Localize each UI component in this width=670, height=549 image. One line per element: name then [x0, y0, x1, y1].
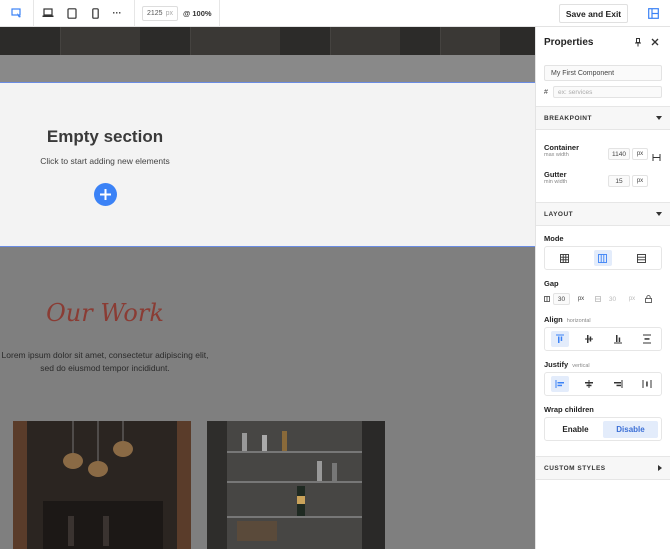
work-photo-bar	[207, 421, 385, 549]
chevron-right-icon	[658, 465, 662, 471]
pin-icon[interactable]	[631, 35, 645, 49]
gutter-sublabel: min width	[544, 179, 568, 185]
canvas-width-unit: px	[165, 9, 173, 17]
full-width-icon[interactable]	[652, 149, 661, 167]
column-gap-icon	[544, 296, 550, 302]
align-sublabel: horizontal	[566, 318, 591, 324]
gap-row: 30 px 30 px	[536, 292, 670, 306]
gutter-label-group: Gutter min width	[544, 170, 567, 185]
container-sublabel: max width	[544, 152, 569, 158]
gutter-width-input[interactable]: 15	[608, 175, 630, 187]
justify-start-icon[interactable]	[550, 376, 569, 392]
layout-section-header[interactable]: LAYOUT	[536, 202, 670, 226]
component-name-input[interactable]: My First Component	[544, 65, 662, 81]
justify-selector	[544, 372, 662, 396]
editor-canvas[interactable]: Empty section Click to start adding new …	[0, 27, 535, 549]
custom-styles-section-header[interactable]: CUSTOM STYLES	[536, 456, 670, 480]
our-work-line-1: Lorem ipsum dolor sit amet, consectetur …	[1, 350, 209, 360]
id-row: # ex: services	[544, 86, 662, 98]
align-top-icon[interactable]	[550, 331, 569, 347]
id-input[interactable]: ex: services	[553, 86, 662, 98]
breakpoint-section-header[interactable]: BREAKPOINT	[536, 106, 670, 130]
chevron-down-icon	[656, 212, 662, 216]
grid-mode-icon[interactable]	[555, 250, 573, 266]
container-unit-select[interactable]: px	[632, 148, 648, 160]
id-prefix: #	[544, 88, 548, 96]
align-label: Align	[544, 315, 563, 324]
hero-image-strip	[0, 27, 535, 55]
wrap-enable-option[interactable]: Enable	[548, 421, 603, 438]
row-gap-unit[interactable]: px	[624, 293, 640, 305]
align-selector	[544, 327, 662, 351]
gap-label: Gap	[544, 279, 559, 288]
container-label: Container	[544, 143, 580, 152]
row-gap-icon	[595, 296, 601, 302]
tablet-view-icon[interactable]	[60, 0, 84, 27]
more-options-icon[interactable]: ···	[106, 0, 128, 27]
align-label-row: Align horizontal	[536, 306, 670, 327]
our-work-line-2: sed do eiusmod tempor incididunt.	[40, 363, 170, 373]
empty-section[interactable]: Empty section Click to start adding new …	[0, 82, 535, 247]
align-bottom-icon[interactable]	[609, 331, 627, 347]
justify-label-row: Justify vertical	[536, 351, 670, 372]
panel-header: Properties	[536, 27, 670, 57]
align-stretch-icon[interactable]	[638, 331, 656, 347]
empty-section-title: Empty section	[46, 127, 164, 146]
add-element-button[interactable]	[94, 183, 117, 206]
column-gap-input[interactable]: 30	[553, 293, 570, 305]
lock-icon	[645, 295, 652, 303]
plus-icon	[100, 189, 111, 200]
rows-mode-icon[interactable]	[633, 250, 651, 266]
properties-panel: Properties My First Component # ex: serv…	[535, 27, 670, 549]
canvas-width-input[interactable]: 2125 px	[142, 5, 178, 21]
close-icon[interactable]	[648, 35, 662, 49]
breakpoint-header-label: BREAKPOINT	[544, 114, 592, 122]
wrap-children-label: Wrap children	[544, 405, 594, 414]
columns-mode-icon[interactable]	[593, 250, 612, 266]
justify-label: Justify	[544, 360, 569, 369]
canvas-width-value: 2125	[147, 9, 163, 17]
divider	[33, 0, 34, 27]
zoom-level[interactable]: @ 100%	[183, 9, 212, 18]
our-work-heading: Our Work	[46, 299, 164, 327]
justify-sublabel: vertical	[572, 363, 590, 369]
divider	[134, 0, 135, 27]
select-tool-icon[interactable]	[0, 0, 33, 27]
justify-center-icon[interactable]	[580, 376, 598, 392]
panel-toggle-icon[interactable]	[643, 4, 663, 23]
our-work-description: Lorem ipsum dolor sit amet, consectetur …	[0, 349, 218, 375]
wrap-children-toggle: Enable Disable	[544, 417, 662, 441]
gutter-label: Gutter	[544, 170, 567, 179]
mobile-view-icon[interactable]	[84, 0, 106, 27]
container-width-input[interactable]: 1140	[608, 148, 630, 160]
gutter-unit-select[interactable]: px	[632, 175, 648, 187]
column-gap-unit[interactable]: px	[573, 293, 589, 305]
divider	[218, 0, 220, 27]
justify-space-between-icon[interactable]	[638, 376, 656, 392]
breakpoint-body: Container max width 1140 px Gutter min w…	[536, 130, 670, 202]
container-label-group: Container max width	[544, 143, 579, 158]
mode-label: Mode	[544, 234, 564, 243]
work-photo-restaurant	[13, 421, 191, 549]
wrap-disable-option[interactable]: Disable	[603, 420, 658, 438]
mode-selector	[544, 246, 662, 270]
save-and-exit-button[interactable]: Save and Exit	[559, 4, 628, 23]
justify-end-icon[interactable]	[609, 376, 627, 392]
row-gap-input[interactable]: 30	[604, 293, 621, 305]
top-toolbar: ··· 2125 px @ 100% Save and Exit	[0, 0, 670, 27]
custom-styles-header-label: CUSTOM STYLES	[544, 464, 606, 472]
chevron-down-icon	[656, 116, 662, 120]
align-center-icon[interactable]	[580, 331, 598, 347]
panel-title: Properties	[544, 36, 594, 48]
desktop-view-icon[interactable]	[36, 0, 60, 27]
empty-section-subtitle: Click to start adding new elements	[40, 156, 170, 166]
layout-header-label: LAYOUT	[544, 210, 574, 218]
section-spacer	[0, 55, 535, 82]
